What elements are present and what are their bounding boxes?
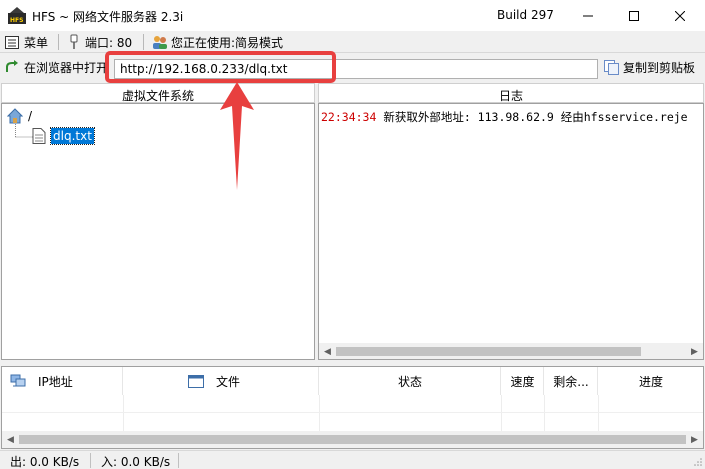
close-icon (675, 10, 685, 21)
vfs-header: 虚拟文件系统 (1, 83, 315, 103)
title-bar: HFS HFS ~ 网络文件服务器 2.3i Build 297 (0, 0, 705, 31)
main-toolbar: 菜单 端口: 80 您正在使用:简易模式 (0, 31, 705, 53)
toolbar-divider (58, 34, 59, 50)
build-label: Build 297 (497, 8, 554, 22)
column-header-file[interactable]: 文件 (124, 367, 319, 395)
vfs-root-node[interactable]: / (7, 108, 32, 124)
status-divider (178, 453, 179, 468)
log-scroll-thumb[interactable] (336, 347, 641, 356)
column-header-status[interactable]: 状态 (320, 367, 501, 395)
port-button[interactable]: 端口: 80 (69, 33, 132, 51)
open-browser-icon (6, 60, 18, 72)
minimize-icon (583, 15, 593, 16)
column-divider (544, 395, 545, 435)
annotation-arrow-icon (220, 82, 254, 190)
home-folder-icon (7, 108, 23, 124)
copy-clipboard-label: 复制到剪贴板 (623, 60, 696, 75)
column-header-progress[interactable]: 进度 (599, 367, 703, 395)
log-panel[interactable]: 22:34:34 新获取外部地址: 113.98.62.9 经由hfsservi… (318, 103, 704, 360)
scroll-right-icon[interactable]: ▶ (686, 343, 703, 359)
vfs-file-node[interactable]: dlq.txt (32, 127, 95, 145)
url-highlight-annotation (105, 51, 336, 83)
log-entry-message: 新获取外部地址: 113.98.62.9 经由hfsservice.reje (383, 110, 688, 124)
column-divider (501, 395, 502, 435)
close-button[interactable] (657, 0, 703, 31)
menu-icon (5, 35, 19, 49)
column-divider (598, 395, 599, 435)
download-speed: 入: 0.0 KB/s (101, 455, 171, 469)
open-in-browser-label: 在浏览器中打开 (24, 60, 109, 75)
resize-grip-icon[interactable] (693, 457, 703, 467)
log-entry-time: 22:34:34 (321, 110, 377, 124)
mode-label: 您正在使用:简易模式 (171, 35, 284, 50)
copy-to-clipboard-button[interactable]: 复制到剪贴板 (604, 58, 695, 76)
log-header: 日志 (318, 83, 704, 103)
column-status-label: 状态 (397, 374, 422, 389)
scroll-left-icon[interactable]: ◀ (319, 343, 336, 359)
port-plug-icon (70, 34, 78, 49)
hfs-app-icon: HFS (8, 7, 26, 24)
svg-text:HFS: HFS (10, 17, 23, 24)
column-speed-label: 速度 (510, 374, 535, 389)
menu-label: 菜单 (24, 35, 49, 50)
vfs-tree-panel[interactable]: / dlq.txt (1, 103, 315, 360)
upload-speed: 出: 0.0 KB/s (10, 455, 80, 469)
minimize-button[interactable] (565, 0, 611, 31)
row-divider (2, 412, 703, 413)
file-window-icon (188, 374, 204, 388)
file-icon (32, 128, 46, 144)
port-label: 端口: 80 (85, 35, 133, 50)
window-title: HFS ~ 网络文件服务器 2.3i (32, 10, 184, 24)
menu-button[interactable]: 菜单 (5, 33, 48, 51)
connections-horizontal-scrollbar[interactable]: ◀ ▶ (2, 431, 703, 448)
column-header-speed[interactable]: 速度 (502, 367, 544, 395)
column-header-remaining[interactable]: 剩余... (545, 367, 598, 395)
maximize-button[interactable] (611, 0, 657, 31)
copy-clipboard-icon (604, 59, 619, 75)
column-ip-label: IP地址 (38, 374, 73, 389)
scroll-right-icon[interactable]: ▶ (686, 431, 703, 448)
toolbar-divider (143, 34, 144, 50)
column-remaining-label: 剩余... (553, 374, 589, 389)
log-horizontal-scrollbar[interactable]: ◀ ▶ (319, 343, 703, 359)
users-icon (153, 36, 167, 49)
vfs-file-label: dlq.txt (50, 127, 95, 145)
connections-scroll-thumb[interactable] (19, 435, 686, 444)
vfs-root-label: / (28, 109, 33, 123)
column-progress-label: 进度 (638, 374, 663, 389)
status-divider (90, 453, 91, 468)
column-file-label: 文件 (216, 374, 241, 389)
maximize-icon (629, 10, 639, 21)
mode-button[interactable]: 您正在使用:简易模式 (152, 33, 283, 51)
status-bar: 出: 0.0 KB/s 入: 0.0 KB/s (0, 450, 705, 469)
network-ip-icon (10, 374, 26, 387)
open-in-browser-button[interactable]: 在浏览器中打开 (5, 58, 108, 76)
connections-panel[interactable]: IP地址 文件 状态 速度 剩余... 进度 ◀ ▶ (1, 366, 704, 449)
scroll-left-icon[interactable]: ◀ (2, 431, 19, 448)
column-divider (319, 395, 320, 435)
column-header-ip[interactable]: IP地址 (2, 367, 123, 395)
log-entry: 22:34:34 新获取外部地址: 113.98.62.9 经由hfsservi… (321, 109, 688, 125)
column-divider (123, 395, 124, 435)
